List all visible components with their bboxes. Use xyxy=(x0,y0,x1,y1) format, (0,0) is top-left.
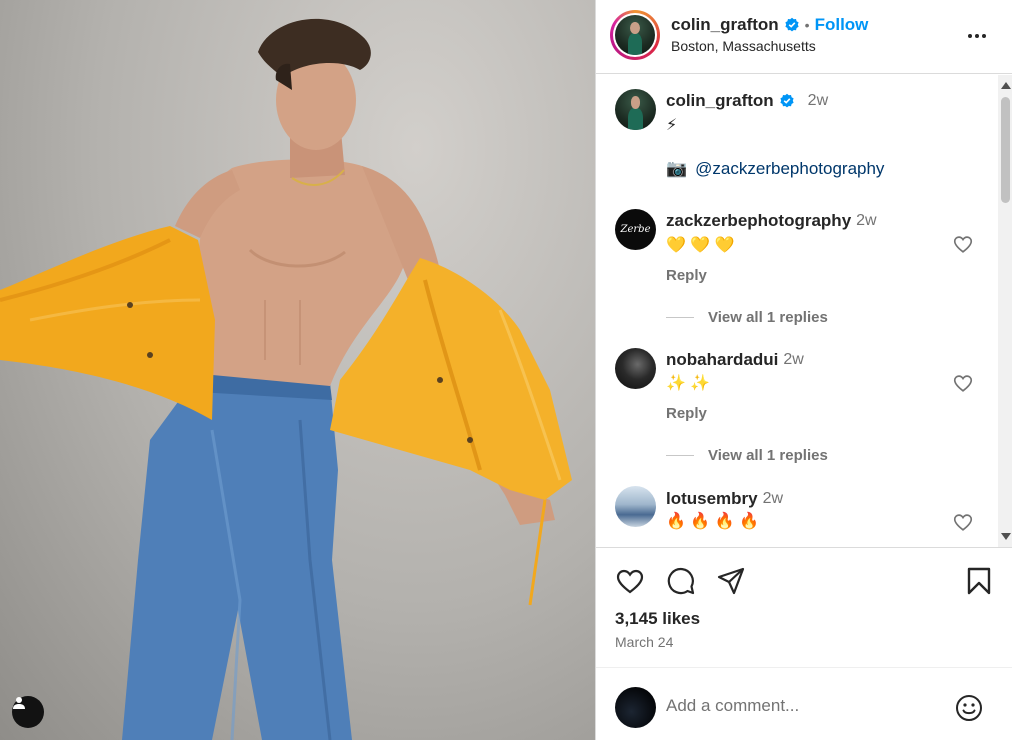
post-date[interactable]: March 24 xyxy=(615,634,673,650)
caption-emoji: ⚡ xyxy=(666,117,678,134)
heart-icon[interactable] xyxy=(615,566,645,596)
comment-time: 2w xyxy=(783,351,804,368)
comment-username[interactable]: lotusembry xyxy=(666,489,758,509)
comment-author-row: zackzerbephotography 2w xyxy=(666,211,877,231)
emoji-icon[interactable] xyxy=(954,693,984,723)
caption-mention-row: 📷 @zackzerbephotography xyxy=(666,159,884,179)
add-comment-bar xyxy=(596,667,1012,740)
verified-icon xyxy=(780,93,794,108)
comments-scrollbar[interactable] xyxy=(998,75,1012,547)
comment-avatar[interactable] xyxy=(615,486,656,527)
comment-text: 💛 💛 💛 xyxy=(666,237,735,254)
heart-icon[interactable] xyxy=(952,372,974,394)
comment-author-row: nobahardadui 2w xyxy=(666,350,804,370)
comment-avatar[interactable] xyxy=(615,348,656,389)
comment-text: 🔥 🔥 🔥 🔥 xyxy=(666,513,760,530)
separator-dot: • xyxy=(804,17,810,33)
save-icon[interactable] xyxy=(964,566,994,596)
author-avatar[interactable] xyxy=(615,15,655,55)
comment-username[interactable]: zackzerbephotography xyxy=(666,211,851,231)
comment-time: 2w xyxy=(762,490,784,507)
view-replies-label: View all 1 replies xyxy=(708,447,828,464)
comment-author-row: lotusembry 2w xyxy=(666,489,783,509)
reply-button[interactable]: Reply xyxy=(666,405,707,422)
divider-line xyxy=(666,455,694,456)
caption-username[interactable]: colin_grafton xyxy=(666,91,774,111)
author-row: colin_grafton • Follow xyxy=(671,15,868,35)
caption-author-row: colin_grafton 2w xyxy=(666,91,828,111)
user-tag-icon[interactable] xyxy=(12,696,44,728)
view-replies-label: View all 1 replies xyxy=(708,309,828,326)
story-ring[interactable] xyxy=(610,10,660,60)
heart-icon[interactable] xyxy=(952,511,974,533)
comment-input[interactable] xyxy=(666,696,936,716)
divider-line xyxy=(666,317,694,318)
comment-text: ✨ ✨ xyxy=(666,375,711,392)
follow-button[interactable]: Follow xyxy=(815,15,869,35)
comment-time: 2w xyxy=(856,212,877,229)
current-user-avatar xyxy=(615,687,656,728)
comment-username[interactable]: nobahardadui xyxy=(666,350,778,370)
verified-icon xyxy=(785,17,799,32)
comment-avatar[interactable]: Zerbe xyxy=(615,209,656,250)
post-location[interactable]: Boston, Massachusetts xyxy=(671,38,816,54)
post-photo[interactable] xyxy=(0,0,595,740)
caption-avatar[interactable] xyxy=(615,89,656,130)
scroll-up-arrow[interactable] xyxy=(1001,82,1011,89)
scroll-thumb[interactable] xyxy=(1001,97,1010,203)
comments-list[interactable]: colin_grafton 2w ⚡ 📷 @zackzerbephotograp… xyxy=(596,75,1012,547)
author-username[interactable]: colin_grafton xyxy=(671,15,779,35)
avatar-logo-text: Zerbe xyxy=(620,224,651,235)
view-replies-button[interactable]: View all 1 replies xyxy=(666,447,828,464)
comment-icon[interactable] xyxy=(666,566,696,596)
view-replies-button[interactable]: View all 1 replies xyxy=(666,309,828,326)
share-icon[interactable] xyxy=(716,566,746,596)
camera-emoji: 📷 xyxy=(666,159,688,178)
scroll-down-arrow[interactable] xyxy=(1001,533,1011,540)
caption-time: 2w xyxy=(807,92,829,109)
mention-link[interactable]: @zackzerbephotography xyxy=(695,159,884,179)
likes-count[interactable]: 3,145 likes xyxy=(615,609,700,629)
heart-icon[interactable] xyxy=(952,233,974,255)
post-actions: 3,145 likes March 24 xyxy=(596,547,1012,667)
post-detail-panel: colin_grafton • Follow Boston, Massachus… xyxy=(595,0,1012,740)
more-icon[interactable] xyxy=(962,26,992,46)
photo-illustration xyxy=(0,18,572,740)
reply-button[interactable]: Reply xyxy=(666,267,707,284)
post-header: colin_grafton • Follow Boston, Massachus… xyxy=(596,0,1012,74)
